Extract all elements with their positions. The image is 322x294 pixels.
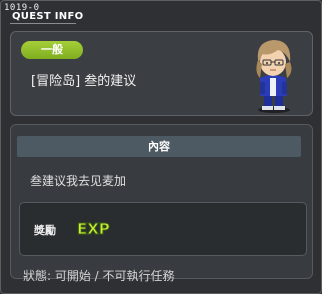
content-header: 內容 xyxy=(17,136,301,157)
category-badge: 一般 xyxy=(21,41,83,59)
quest-description: 叁建议我去见麦加 xyxy=(30,174,127,188)
quest-status: 狀態: 可開始 / 不可執行任務 xyxy=(23,269,175,283)
quest-summary-card: 一般 [冒险岛] 叁的建议 xyxy=(10,31,313,116)
quest-info-window: 1019-0 QUEST INFO 一般 [冒险岛] 叁的建议 內容 叁建议我去… xyxy=(0,0,322,294)
reward-box: 獎勵 EXP xyxy=(19,202,307,256)
exp-icon-text: EXP xyxy=(77,220,110,238)
content-panel: 內容 叁建议我去见麦加 獎勵 EXP xyxy=(10,124,313,279)
title-bar[interactable]: 1019-0 QUEST INFO xyxy=(2,2,320,24)
window-title: QUEST INFO xyxy=(12,11,84,22)
content-header-label: 內容 xyxy=(148,140,170,153)
quest-name: [冒险岛] 叁的建议 xyxy=(31,74,137,89)
exp-icon: EXP xyxy=(77,220,111,239)
title-underline xyxy=(10,23,76,24)
npc-avatar-icon xyxy=(256,40,292,113)
reward-label: 獎勵 xyxy=(34,224,56,237)
